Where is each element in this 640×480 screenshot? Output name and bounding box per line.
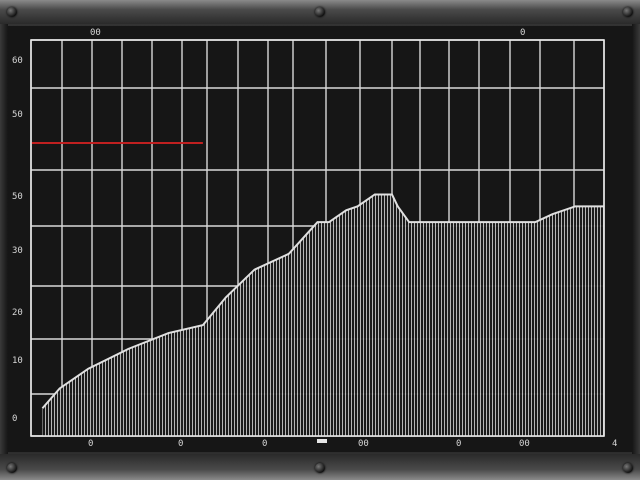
screw-icon [315,7,325,17]
x-tick-label: 00 [519,439,530,449]
y-tick-label: 30 [12,246,23,256]
y-tick-label: 20 [12,308,23,318]
bezel-left [0,24,8,454]
y-tick-label: 50 [12,110,23,120]
top-mark-label: 00 [90,28,101,38]
y-tick-label: 60 [12,56,23,66]
center-marker [317,439,327,443]
y-tick-label: 0 [12,414,18,424]
screw-icon [7,463,17,473]
x-tick-label: 4 [612,439,618,449]
bezel-right [632,24,640,454]
x-tick-label: 0 [178,439,184,449]
oscilloscope-screen: 0 10 20 30 50 50 60 0 0 0 00 0 00 4 00 0 [8,26,632,452]
y-tick-label: 50 [12,192,23,202]
y-tick-label: 10 [12,356,23,366]
screw-icon [623,463,633,473]
x-tick-label: 0 [262,439,268,449]
x-tick-label: 0 [88,439,94,449]
screw-icon [315,463,325,473]
screw-icon [623,7,633,17]
x-tick-label: 0 [456,439,462,449]
series-area [41,193,604,436]
series-fill [42,194,604,436]
top-mark-label: 0 [520,28,526,38]
x-tick-label: 00 [358,439,369,449]
area-chart [30,39,605,443]
screw-icon [7,7,17,17]
